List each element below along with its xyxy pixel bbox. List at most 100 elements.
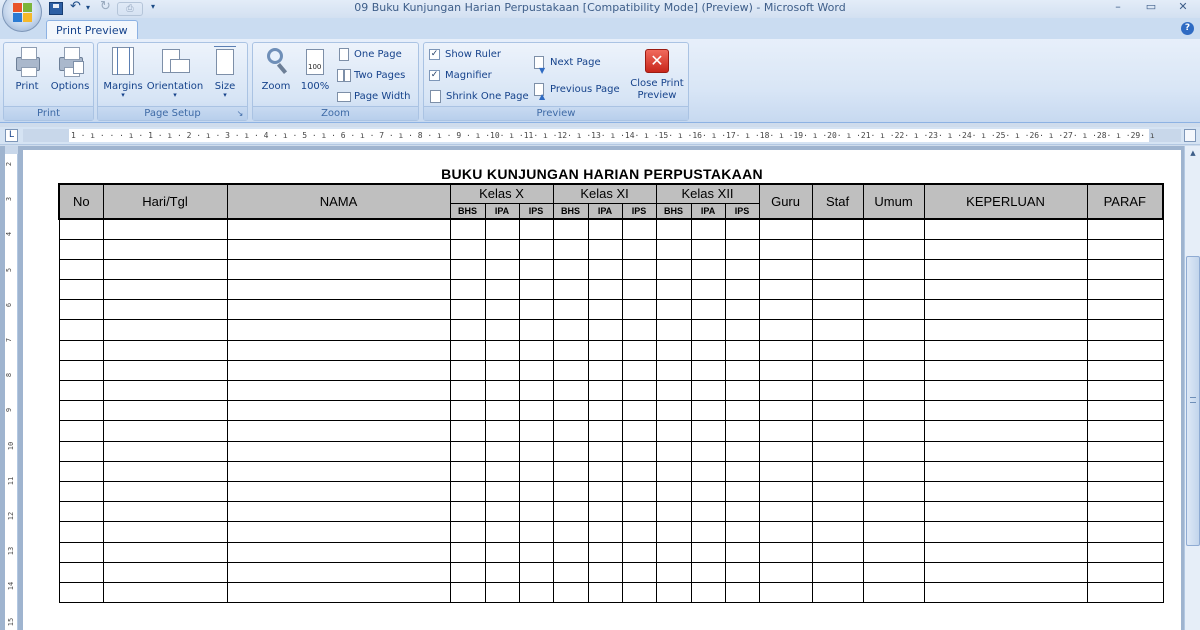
print-button[interactable]: Print — [10, 45, 44, 92]
table-cell[interactable] — [552, 218, 589, 240]
table-cell[interactable] — [690, 480, 726, 503]
table-cell[interactable] — [1086, 359, 1164, 382]
table-cell[interactable] — [811, 319, 864, 341]
table-cell[interactable] — [923, 581, 1088, 604]
table-cell[interactable] — [449, 480, 486, 503]
size-button[interactable]: Size ▾ — [208, 45, 242, 99]
table-cell[interactable] — [923, 339, 1088, 361]
table-cell[interactable] — [518, 400, 554, 422]
table-cell[interactable] — [621, 218, 657, 240]
table-cell[interactable] — [449, 319, 486, 341]
table-cell[interactable] — [862, 238, 925, 260]
table-cell[interactable] — [102, 460, 228, 482]
table-cell[interactable] — [1086, 521, 1164, 543]
table-cell[interactable] — [724, 359, 760, 382]
table-cell[interactable] — [862, 521, 925, 543]
table-cell[interactable] — [862, 480, 925, 503]
table-cell[interactable] — [724, 460, 760, 482]
table-cell[interactable] — [226, 521, 451, 543]
table-cell[interactable] — [811, 339, 864, 361]
zoom-button[interactable]: Zoom — [257, 45, 295, 92]
table-cell[interactable] — [449, 561, 486, 583]
table-cell[interactable] — [58, 561, 104, 583]
table-cell[interactable] — [58, 218, 104, 240]
table-cell[interactable] — [621, 561, 657, 583]
table-cell[interactable] — [655, 258, 692, 281]
table-cell[interactable] — [655, 339, 692, 361]
table-cell[interactable] — [811, 480, 864, 503]
table-cell[interactable] — [690, 420, 726, 442]
table-cell[interactable] — [484, 521, 520, 543]
table-cell[interactable] — [226, 581, 451, 604]
table-cell[interactable] — [102, 480, 228, 503]
table-cell[interactable] — [484, 359, 520, 382]
scroll-thumb[interactable] — [1186, 256, 1200, 546]
table-cell[interactable] — [655, 581, 692, 604]
table-cell[interactable] — [621, 379, 657, 402]
table-cell[interactable] — [102, 440, 228, 462]
table-cell[interactable] — [552, 501, 589, 523]
margins-button[interactable]: Margins ▾ — [101, 45, 145, 99]
table-cell[interactable] — [621, 400, 657, 422]
table-cell[interactable] — [102, 521, 228, 543]
table-cell[interactable] — [102, 541, 228, 563]
table-cell[interactable] — [58, 339, 104, 361]
table-cell[interactable] — [552, 238, 589, 260]
table-cell[interactable] — [518, 541, 554, 563]
table-cell[interactable] — [621, 238, 657, 260]
table-cell[interactable] — [923, 501, 1088, 523]
table-cell[interactable] — [587, 400, 623, 422]
table-cell[interactable] — [811, 501, 864, 523]
table-cell[interactable] — [226, 258, 451, 281]
table-cell[interactable] — [862, 218, 925, 240]
table-cell[interactable] — [226, 480, 451, 503]
table-cell[interactable] — [655, 400, 692, 422]
table-cell[interactable] — [690, 258, 726, 281]
table-cell[interactable] — [758, 339, 813, 361]
table-cell[interactable] — [621, 501, 657, 523]
table-cell[interactable] — [655, 541, 692, 563]
table-cell[interactable] — [58, 400, 104, 422]
table-cell[interactable] — [102, 279, 228, 301]
options-button[interactable]: Options — [48, 45, 92, 92]
table-cell[interactable] — [621, 420, 657, 442]
table-cell[interactable] — [226, 319, 451, 341]
table-cell[interactable] — [449, 460, 486, 482]
table-cell[interactable] — [811, 379, 864, 402]
table-cell[interactable] — [655, 480, 692, 503]
zoom-100-button[interactable]: 100 100% — [297, 45, 333, 92]
table-cell[interactable] — [552, 379, 589, 402]
table-cell[interactable] — [58, 581, 104, 604]
table-cell[interactable] — [484, 299, 520, 321]
table-cell[interactable] — [690, 238, 726, 260]
table-cell[interactable] — [655, 299, 692, 321]
table-cell[interactable] — [484, 400, 520, 422]
table-cell[interactable] — [1086, 420, 1164, 442]
table-cell[interactable] — [518, 460, 554, 482]
table-cell[interactable] — [552, 279, 589, 301]
table-cell[interactable] — [518, 238, 554, 260]
table-cell[interactable] — [758, 238, 813, 260]
table-cell[interactable] — [58, 238, 104, 260]
table-cell[interactable] — [449, 420, 486, 442]
table-cell[interactable] — [552, 440, 589, 462]
table-cell[interactable] — [923, 480, 1088, 503]
table-cell[interactable] — [862, 541, 925, 563]
table-cell[interactable] — [484, 581, 520, 604]
table-cell[interactable] — [587, 440, 623, 462]
tab-print-preview[interactable]: Print Preview — [46, 20, 138, 41]
table-cell[interactable] — [226, 501, 451, 523]
table-cell[interactable] — [862, 299, 925, 321]
table-cell[interactable] — [690, 339, 726, 361]
table-cell[interactable] — [690, 440, 726, 462]
table-cell[interactable] — [226, 561, 451, 583]
table-cell[interactable] — [552, 480, 589, 503]
table-cell[interactable] — [102, 379, 228, 402]
table-cell[interactable] — [58, 501, 104, 523]
table-cell[interactable] — [758, 541, 813, 563]
table-cell[interactable] — [655, 218, 692, 240]
table-cell[interactable] — [923, 299, 1088, 321]
table-cell[interactable] — [449, 521, 486, 543]
table-cell[interactable] — [449, 541, 486, 563]
table-cell[interactable] — [724, 258, 760, 281]
